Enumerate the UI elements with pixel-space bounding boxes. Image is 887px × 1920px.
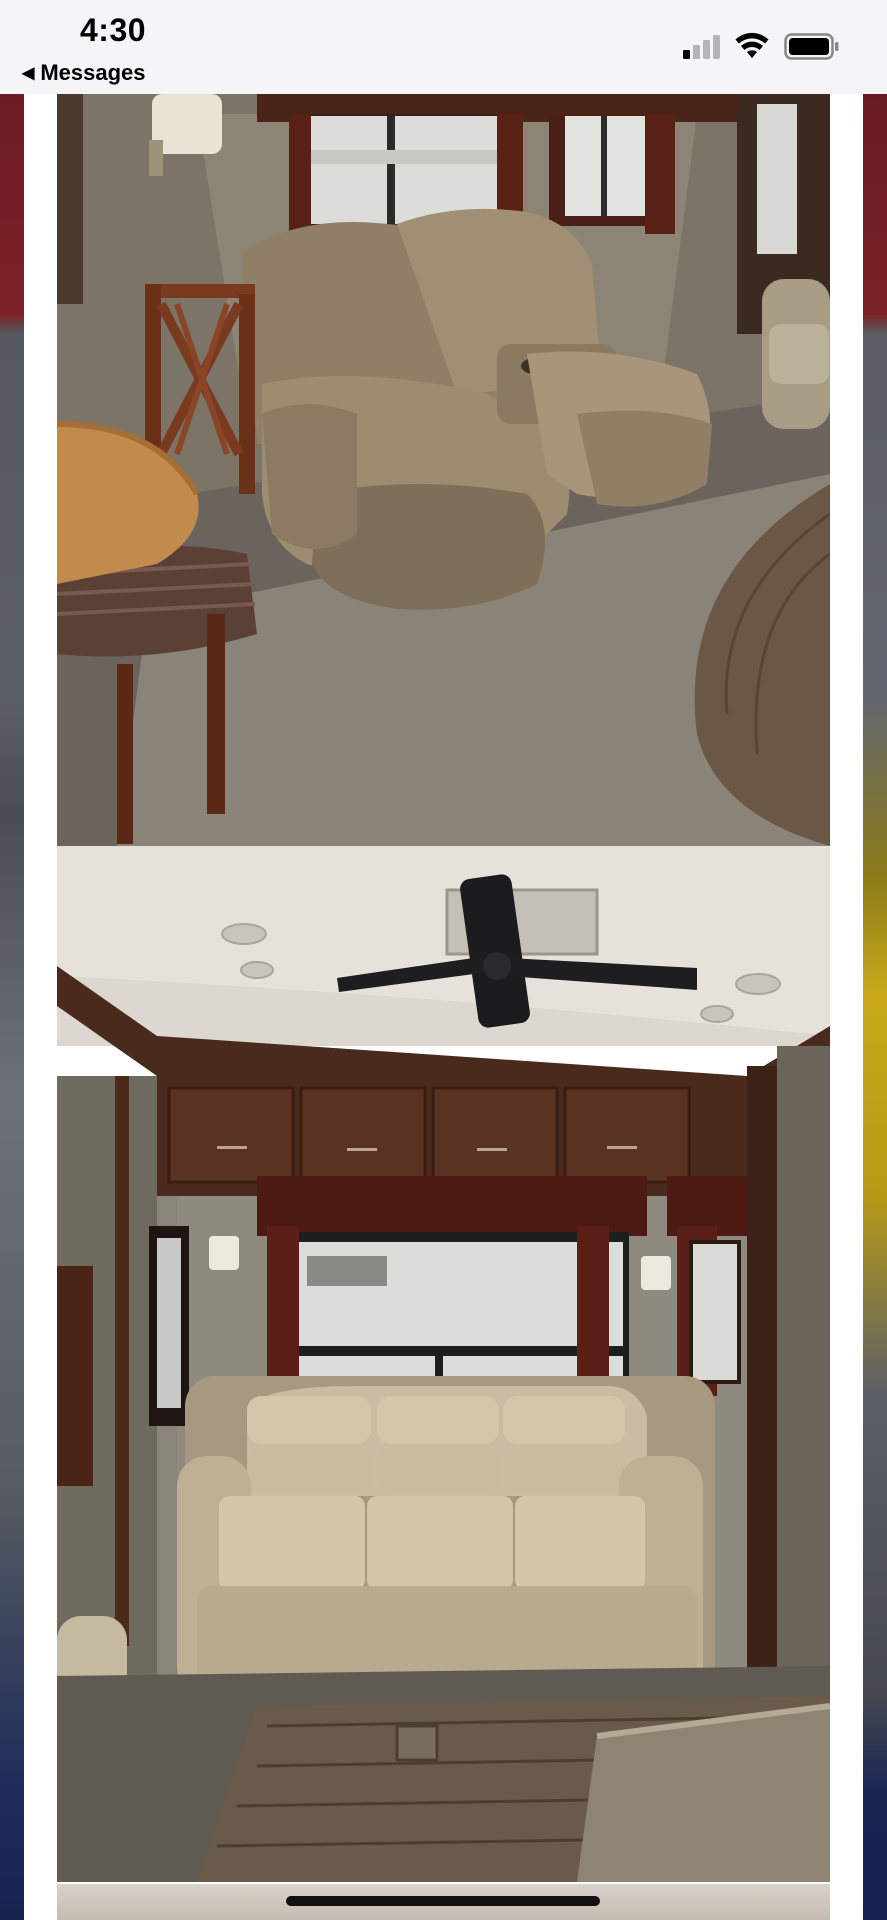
home-indicator[interactable] <box>286 1896 600 1906</box>
recliner-loveseat-photo[interactable] <box>57 94 830 846</box>
living-room-scene <box>57 846 830 1882</box>
back-triangle-icon: ◀ <box>22 65 35 82</box>
status-bar: 4:30 ◀ Messages <box>0 0 887 94</box>
back-label: Messages <box>40 60 146 85</box>
signal-icon <box>683 35 720 59</box>
battery-icon <box>784 33 839 60</box>
living-room-sofa-photo[interactable] <box>57 846 830 1882</box>
status-time: 4:30 <box>80 12 147 48</box>
back-to-messages-button[interactable]: ◀ Messages <box>22 60 146 86</box>
recliner-scene <box>57 94 830 846</box>
wifi-icon <box>735 32 769 58</box>
